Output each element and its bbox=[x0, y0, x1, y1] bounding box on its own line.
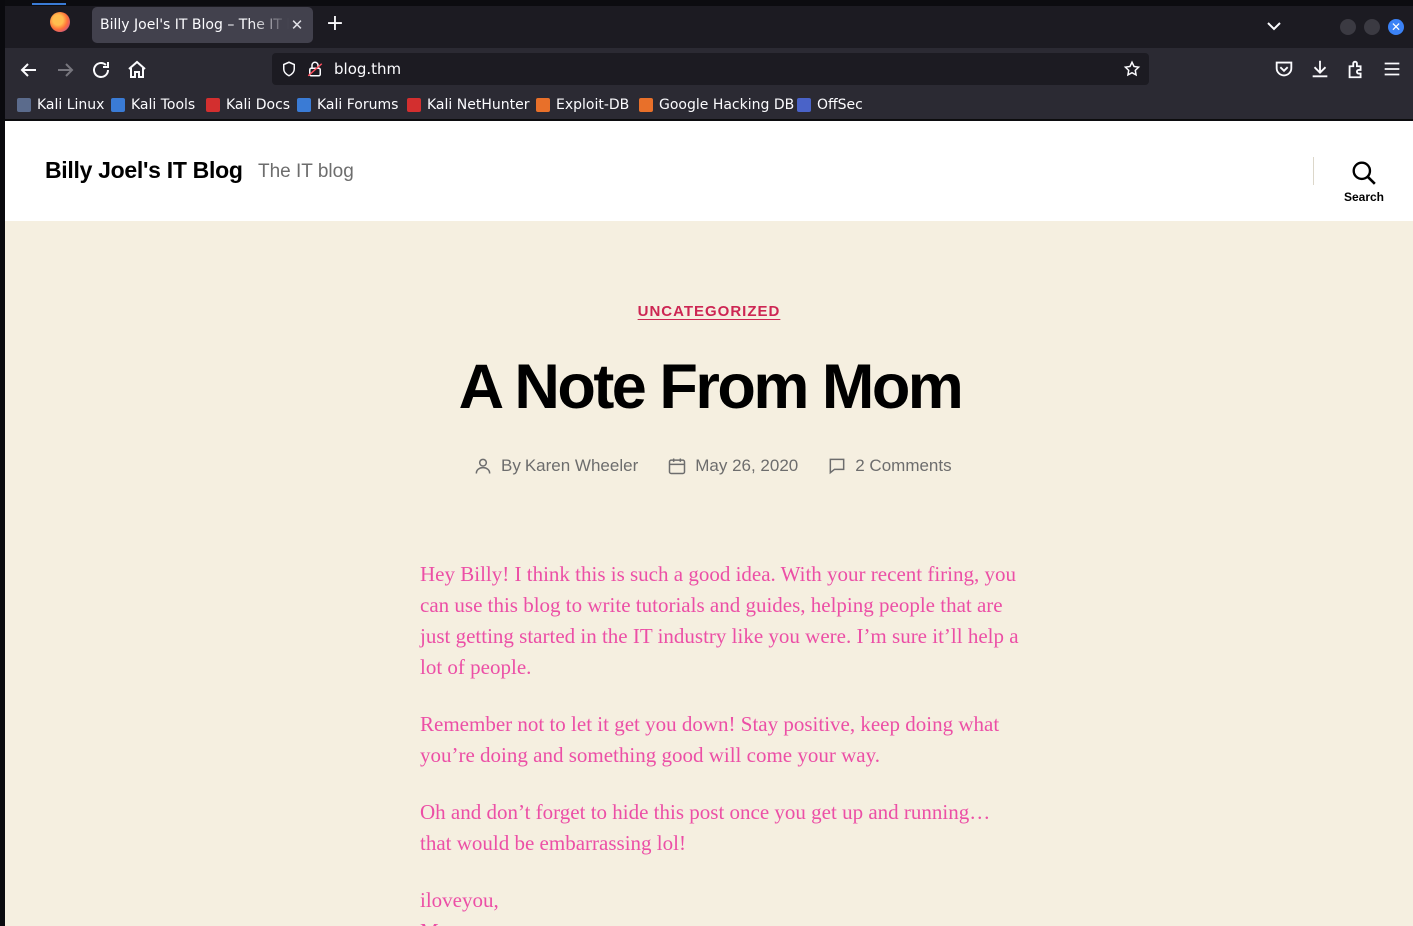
date-link[interactable]: May 26, 2020 bbox=[695, 456, 798, 476]
search-icon[interactable] bbox=[1351, 160, 1377, 186]
forward-icon[interactable] bbox=[53, 58, 77, 82]
post-signoff: iloveyou, bbox=[420, 888, 499, 912]
bookmarks-toolbar: Kali Linux Kali Tools Kali Docs Kali For… bbox=[5, 90, 1413, 120]
post-paragraph: Hey Billy! I think this is such a good i… bbox=[420, 562, 1019, 679]
user-icon bbox=[475, 458, 491, 474]
post-author: By Karen Wheeler bbox=[473, 456, 638, 476]
post-date: May 26, 2020 bbox=[667, 456, 798, 476]
reload-icon[interactable] bbox=[89, 58, 113, 82]
url-bar[interactable]: blog.thm bbox=[272, 53, 1149, 85]
menu-icon[interactable] bbox=[1381, 58, 1403, 80]
exploit-db-icon bbox=[536, 98, 550, 112]
post-signature: Mom bbox=[420, 916, 1020, 926]
tab-title: Billy Joel's IT Blog – The IT blog bbox=[100, 17, 289, 33]
new-tab-button[interactable]: + bbox=[324, 13, 346, 36]
nethunter-icon bbox=[407, 98, 421, 112]
bookmark-kali-forums[interactable]: Kali Forums bbox=[297, 96, 398, 114]
tab-close-icon[interactable]: ✕ bbox=[289, 16, 305, 34]
url-text[interactable]: blog.thm bbox=[334, 60, 401, 78]
back-icon[interactable] bbox=[17, 58, 41, 82]
post-comments: 2 Comments bbox=[827, 456, 952, 476]
bookmark-kali-linux[interactable]: Kali Linux bbox=[17, 96, 104, 114]
category-link[interactable]: UNCATEGORIZED bbox=[638, 303, 781, 320]
minimize-button[interactable] bbox=[1340, 19, 1356, 35]
bookmark-kali-tools[interactable]: Kali Tools bbox=[111, 96, 195, 114]
site-header: Billy Joel's IT Blog The IT blog Search bbox=[5, 121, 1413, 221]
post-title: A Note From Mom bbox=[458, 352, 964, 422]
calendar-icon bbox=[668, 458, 686, 475]
close-window-button[interactable]: ✕ bbox=[1388, 19, 1404, 35]
comment-icon bbox=[829, 458, 845, 475]
post-meta: By Karen Wheeler May 26, 2020 2 Comments bbox=[473, 455, 981, 477]
bookmark-star-icon[interactable] bbox=[1123, 60, 1141, 78]
bookmark-kali-nethunter[interactable]: Kali NetHunter bbox=[407, 96, 529, 114]
list-tabs-chevron-icon[interactable] bbox=[1262, 14, 1286, 38]
firefox-icon[interactable] bbox=[50, 12, 70, 32]
author-link[interactable]: Karen Wheeler bbox=[525, 456, 638, 476]
pocket-icon[interactable] bbox=[1273, 58, 1295, 80]
site-title[interactable]: Billy Joel's IT Blog bbox=[45, 157, 243, 184]
ghdb-icon bbox=[639, 98, 653, 112]
by-label: By bbox=[501, 456, 521, 475]
kali-tools-icon bbox=[111, 98, 125, 112]
extensions-icon[interactable] bbox=[1345, 58, 1367, 80]
offsec-icon bbox=[797, 98, 811, 112]
post-category: UNCATEGORIZED bbox=[5, 301, 1413, 320]
search-toggle-label[interactable]: Search bbox=[1337, 190, 1391, 204]
web-page: Billy Joel's IT Blog The IT blog Search … bbox=[5, 121, 1413, 926]
bookmark-google-hacking-db[interactable]: Google Hacking DB bbox=[639, 96, 794, 114]
tab-active[interactable]: Billy Joel's IT Blog – The IT blog ✕ bbox=[92, 7, 313, 43]
bookmark-exploit-db[interactable]: Exploit-DB bbox=[536, 96, 629, 114]
site-tagline: The IT blog bbox=[258, 161, 354, 182]
post-content: Hey Billy! I think this is such a good i… bbox=[420, 559, 1020, 926]
kali-dragon-icon bbox=[17, 98, 31, 112]
kali-docs-icon bbox=[206, 98, 220, 112]
downloads-icon[interactable] bbox=[1309, 58, 1331, 80]
browser-window: Billy Joel's IT Blog – The IT blog ✕ + ✕… bbox=[0, 0, 1413, 926]
bookmark-offsec[interactable]: OffSec bbox=[797, 96, 863, 114]
shield-icon[interactable] bbox=[280, 60, 298, 78]
insecure-lock-icon[interactable] bbox=[306, 60, 324, 78]
bookmark-kali-docs[interactable]: Kali Docs bbox=[206, 96, 290, 114]
post-paragraph: Remember not to let it get you down! Sta… bbox=[420, 712, 1000, 767]
kali-forums-icon bbox=[297, 98, 311, 112]
maximize-button[interactable] bbox=[1364, 19, 1380, 35]
post-paragraph: Oh and don’t forget to hide this post on… bbox=[420, 800, 991, 855]
top-indicator bbox=[32, 3, 66, 5]
home-icon[interactable] bbox=[125, 58, 149, 82]
header-divider bbox=[1313, 157, 1314, 185]
comments-link[interactable]: 2 Comments bbox=[855, 456, 951, 476]
